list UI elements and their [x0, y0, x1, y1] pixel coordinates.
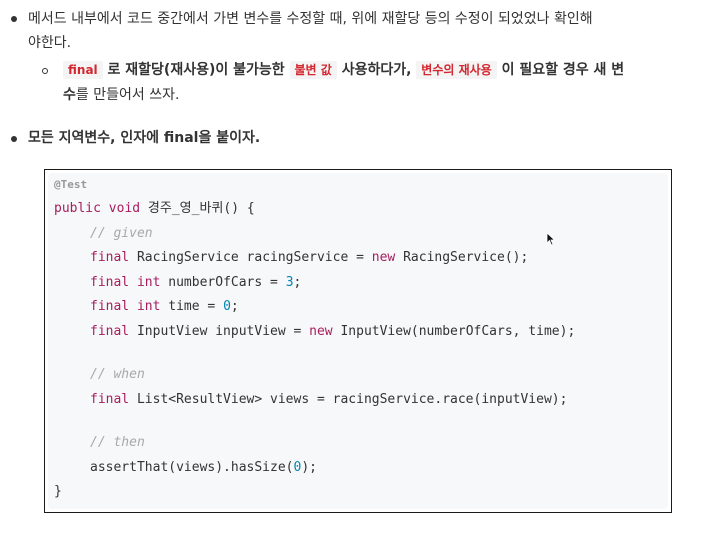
sub-paragraph-line: final 로 재할당(재사용)이 불가능한 불변 값 사용하다가, 변수의 재… — [63, 60, 624, 80]
code-text: List<ResultView> views = racingService.r… — [129, 392, 568, 407]
sub-bullet-ring — [42, 68, 48, 74]
code-text: ); — [301, 460, 317, 475]
text-span: 로 재할당(재사용)이 불가능한 — [102, 62, 290, 78]
paragraph-line: 모든 지역변수, 인자에 final을 붙이자. — [28, 130, 261, 146]
keyword: final — [90, 324, 130, 339]
paragraph-line: 메서드 내부에서 코드 중간에서 가변 변수를 수정할 때, 위에 재할당 등의… — [28, 11, 593, 27]
code-text: numberOfCars = — [160, 275, 286, 290]
code-line: final InputView inputView = new InputVie… — [90, 323, 575, 341]
code-text: RacingService(); — [395, 250, 529, 265]
text-span: 를 만들어서 쓰자. — [75, 87, 180, 103]
keyword: final — [90, 299, 130, 314]
code-tag-immutable: 불변 값 — [289, 61, 337, 79]
code-annotation: @Test — [54, 178, 88, 191]
code-text: assertThat(views).hasSize( — [90, 460, 294, 475]
keyword: new — [371, 250, 396, 265]
number-literal: 0 — [223, 299, 231, 314]
code-line: final int numberOfCars = 3; — [90, 274, 301, 292]
keyword: public — [54, 201, 101, 216]
mouse-cursor-icon — [546, 232, 556, 246]
sub-paragraph-line: 수를 만들어서 쓰자. — [63, 85, 179, 105]
text-span: 이 필요할 경우 새 변 — [496, 62, 625, 78]
keyword: void — [108, 201, 141, 216]
keyword: new — [309, 324, 333, 339]
code-block: @Test public void 경주_영_바퀴() { // given f… — [48, 173, 668, 509]
code-comment: // when — [90, 367, 145, 382]
code-text: InputView(numberOfCars, time); — [332, 324, 576, 339]
code-text: RacingService racingService = — [129, 250, 372, 265]
text-span: 사용하다가, — [336, 62, 417, 78]
paragraph-line: 야한다. — [28, 35, 72, 51]
code-text: ; — [230, 299, 239, 314]
code-text: ; — [293, 275, 302, 290]
code-comment: // then — [90, 435, 145, 450]
bullet-dot — [11, 136, 17, 142]
code-tag-final: final — [63, 61, 103, 79]
code-line: final RacingService racingService = new … — [90, 249, 528, 267]
keyword: final — [90, 275, 130, 290]
number-literal: 3 — [285, 275, 294, 290]
code-text: 경주_영_바퀴() { — [140, 201, 255, 216]
keyword: int — [136, 299, 161, 314]
code-line: assertThat(views).hasSize(0); — [90, 459, 317, 477]
keyword: final — [90, 250, 130, 265]
code-line: final int time = 0; — [90, 298, 239, 316]
code-comment: // given — [90, 226, 153, 241]
code-line: } — [54, 484, 62, 499]
keyword: final — [90, 392, 130, 407]
code-screenshot: @Test public void 경주_영_바퀴() { // given f… — [44, 169, 672, 513]
code-text: time = — [160, 299, 224, 314]
bullet-dot — [11, 16, 17, 22]
code-line: public void 경주_영_바퀴() { — [54, 200, 255, 218]
code-tag-reuse: 변수의 재사용 — [416, 61, 497, 79]
code-line: final List<ResultView> views = racingSer… — [90, 391, 567, 409]
code-text: InputView inputView = — [129, 324, 310, 339]
keyword: int — [136, 275, 161, 290]
text-span: 수 — [63, 87, 76, 103]
